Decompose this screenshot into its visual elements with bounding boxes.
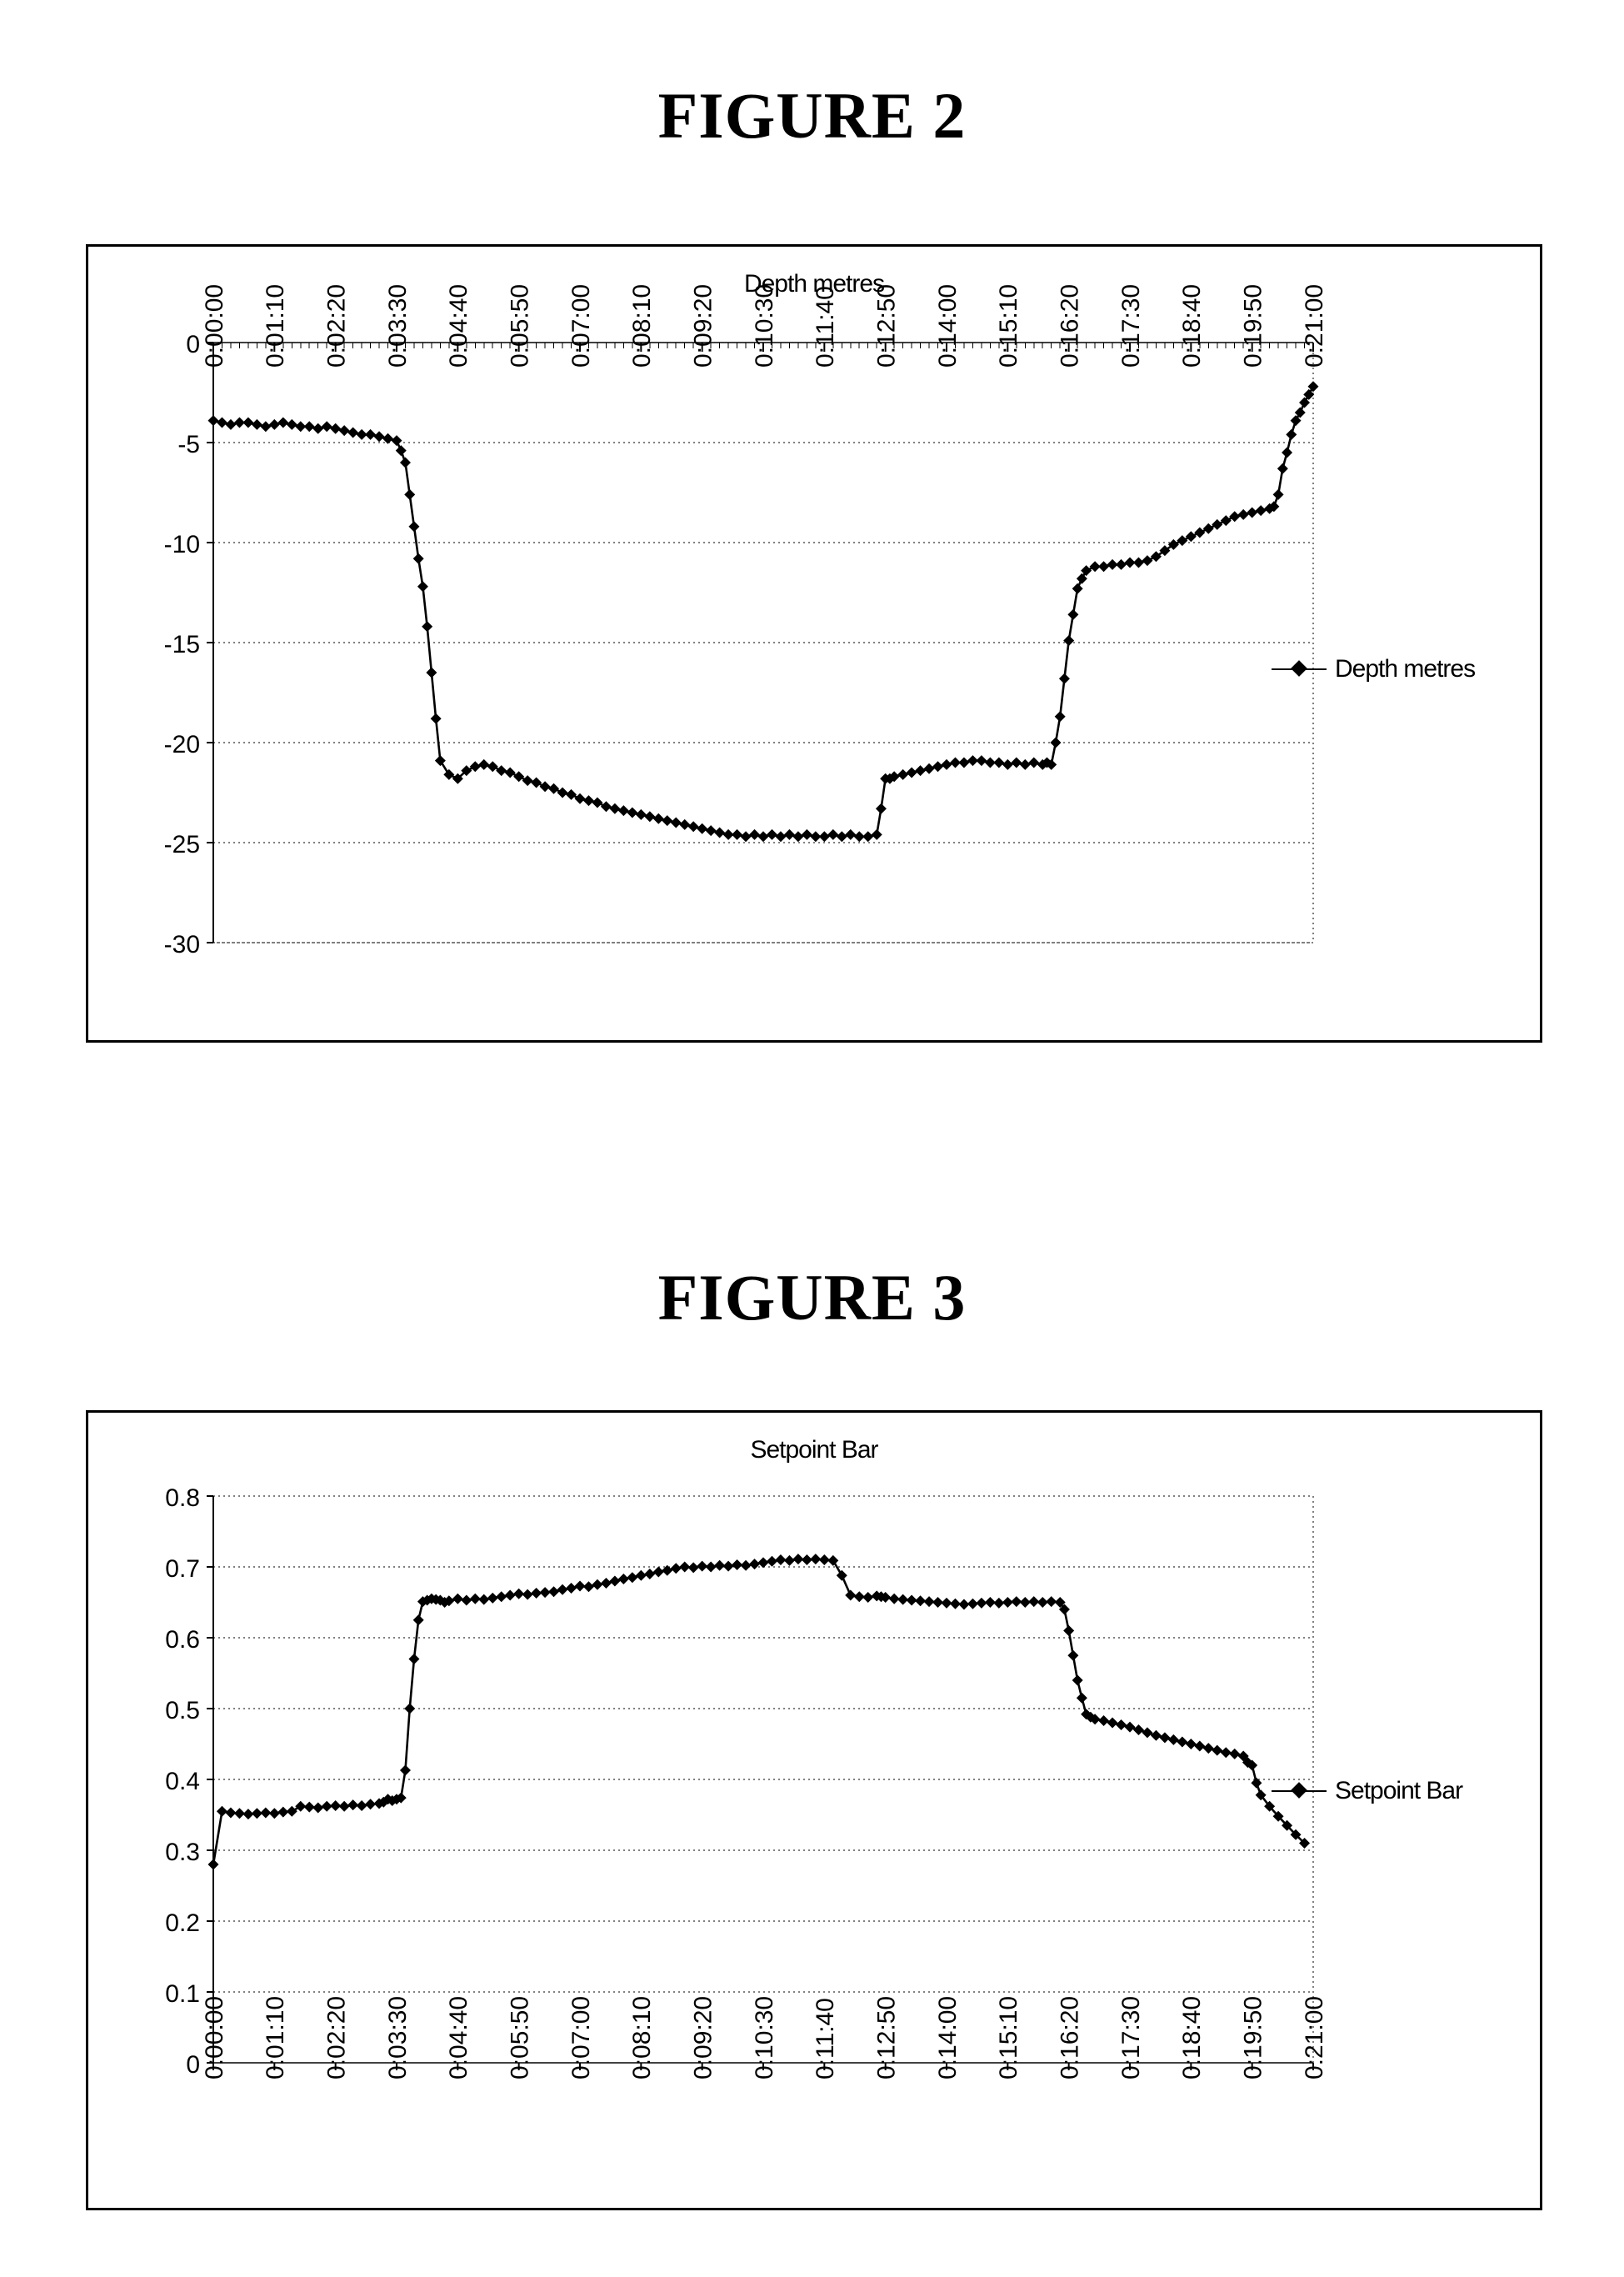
svg-text:0:02:20: 0:02:20: [322, 1996, 350, 2079]
figure-3-plot: 0.8 0.7 0.6 0.5 0.4 0.3 0.2 0.1 0 0:00:00 0:01:10 0…: [165, 1484, 1328, 2079]
svg-text:0: 0: [186, 331, 200, 358]
svg-text:0:21:00: 0:21:00: [1301, 1996, 1328, 2079]
svg-text:0:03:30: 0:03:30: [384, 1996, 412, 2079]
svg-text:0.5: 0.5: [165, 1697, 200, 1724]
svg-text:0:01:10: 0:01:10: [262, 284, 289, 368]
svg-text:0.2: 0.2: [165, 1909, 200, 1937]
svg-text:-30: -30: [164, 931, 200, 958]
figure-3-heading: FIGURE 3: [657, 1261, 967, 1334]
svg-text:0:15:10: 0:15:10: [995, 1996, 1022, 2079]
svg-text:0:07:00: 0:07:00: [567, 284, 595, 368]
legend-marker-icon: [1272, 660, 1327, 678]
figure-2-plot: 0 -5 -10 -15 -20 -25 -30 0:00:00 0:01:10 0:02:20 0…: [164, 284, 1328, 958]
svg-text:0:18:40: 0:18:40: [1178, 1996, 1206, 2079]
svg-text:-15: -15: [164, 631, 200, 658]
svg-text:0:05:50: 0:05:50: [506, 1996, 533, 2079]
svg-text:0:11:40: 0:11:40: [812, 286, 839, 368]
svg-text:0:10:30: 0:10:30: [751, 284, 778, 368]
legend-marker-icon: [1272, 1782, 1327, 1799]
svg-text:0: 0: [186, 2051, 200, 2079]
svg-text:0:12:50: 0:12:50: [872, 1996, 900, 2079]
svg-text:0:11:40: 0:11:40: [812, 1998, 839, 2079]
svg-text:-25: -25: [164, 831, 200, 858]
svg-text:0:16:20: 0:16:20: [1056, 284, 1083, 368]
svg-text:0:04:40: 0:04:40: [445, 284, 472, 368]
svg-text:-10: -10: [164, 531, 200, 558]
svg-text:0.8: 0.8: [165, 1484, 200, 1512]
svg-text:0:02:20: 0:02:20: [322, 284, 350, 368]
figure-2-chart-container: Depth metres 0 -5 -10 -15 -20 -25 -30 0:00:00 0:…: [86, 244, 1542, 1043]
svg-text:0:10:30: 0:10:30: [751, 1996, 778, 2079]
svg-text:0.6: 0.6: [165, 1626, 200, 1654]
svg-text:0:07:00: 0:07:00: [567, 1996, 595, 2079]
svg-text:0:14:00: 0:14:00: [934, 1996, 962, 2079]
svg-text:0:17:30: 0:17:30: [1117, 1996, 1145, 2079]
figure-2-heading: FIGURE 2: [657, 79, 967, 153]
svg-text:0:18:40: 0:18:40: [1178, 284, 1206, 368]
svg-text:0:03:30: 0:03:30: [384, 284, 412, 368]
svg-text:0:08:10: 0:08:10: [628, 284, 656, 368]
svg-text:0:00:00: 0:00:00: [201, 1996, 228, 2079]
svg-text:0:08:10: 0:08:10: [628, 1996, 656, 2079]
svg-text:0:16:20: 0:16:20: [1056, 1996, 1083, 2079]
svg-text:0:12:50: 0:12:50: [872, 284, 900, 368]
svg-text:-20: -20: [164, 731, 200, 758]
svg-text:0.1: 0.1: [165, 1980, 200, 2008]
svg-text:0:04:40: 0:04:40: [445, 1996, 472, 2079]
svg-text:0:19:50: 0:19:50: [1239, 284, 1267, 368]
svg-text:0.7: 0.7: [165, 1555, 200, 1583]
svg-text:0:17:30: 0:17:30: [1117, 284, 1145, 368]
svg-text:0:09:20: 0:09:20: [689, 284, 717, 368]
svg-text:0:05:50: 0:05:50: [506, 284, 533, 368]
legend-depth-metres: Depth metres: [1272, 655, 1476, 683]
svg-text:0:14:00: 0:14:00: [934, 284, 962, 368]
svg-text:0:19:50: 0:19:50: [1239, 1996, 1267, 2079]
svg-text:0:00:00: 0:00:00: [201, 284, 228, 368]
svg-text:0.3: 0.3: [165, 1839, 200, 1866]
legend-label-setpoint: Setpoint Bar: [1335, 1777, 1463, 1804]
patent-figure-page: FIGURE 2 Depth metres 0 -5 -10 -15 -20 -25 -30…: [0, 0, 1624, 2277]
svg-text:-5: -5: [177, 431, 200, 458]
svg-text:0:15:10: 0:15:10: [995, 284, 1022, 368]
svg-text:0:09:20: 0:09:20: [689, 1996, 717, 2079]
legend-label-depth: Depth metres: [1335, 655, 1476, 683]
legend-setpoint-bar: Setpoint Bar: [1272, 1777, 1463, 1805]
svg-text:0:01:10: 0:01:10: [262, 1996, 289, 2079]
svg-text:0:21:00: 0:21:00: [1301, 284, 1328, 368]
svg-text:0.4: 0.4: [165, 1768, 200, 1795]
figure-3-chart-container: Setpoint Bar 0.8 0.7 0.6 0.5 0.4 0.3 0.2 0.1 0 0:…: [86, 1410, 1542, 2210]
